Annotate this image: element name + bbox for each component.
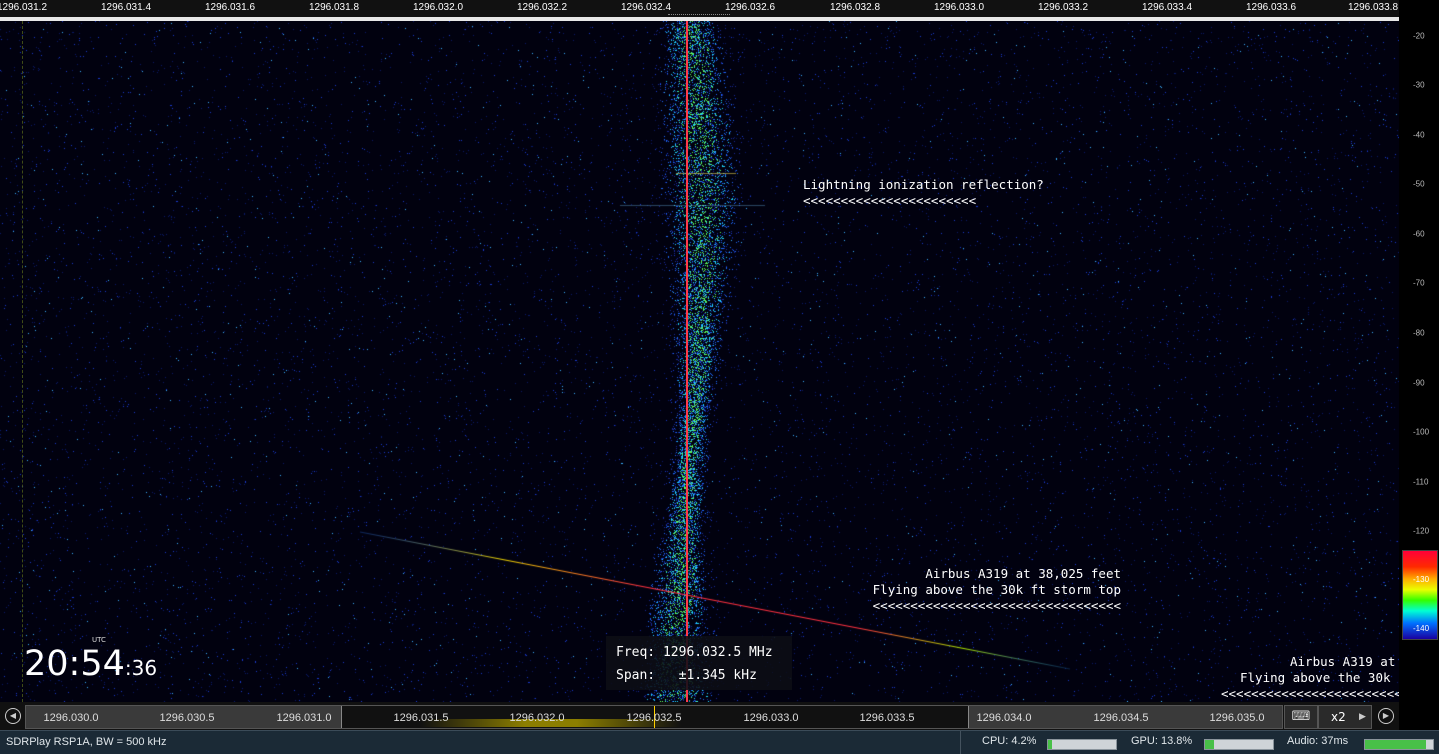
annotation-arrows: <<<<<<<<<<<<<<<<<<<<<<<< [1221, 686, 1399, 701]
bottom-scale-tick: 1296.032.5 [626, 712, 682, 724]
gpu-meter [1204, 739, 1274, 750]
zoom-label: x2 [1331, 710, 1346, 724]
device-status: SDRPlay RSP1A, BW = 500 kHz [6, 736, 167, 748]
db-tick: -100 [1413, 427, 1430, 437]
bottom-scale-tick: 1296.031.0 [276, 712, 332, 724]
top-scale-tick: 1296.031.6 [204, 2, 256, 13]
cpu-meter [1047, 739, 1117, 750]
bottom-scale-tick: 1296.030.0 [43, 712, 99, 724]
annotation-arrows: <<<<<<<<<<<<<<<<<<<<<<< [803, 193, 977, 208]
scroll-right-icon[interactable]: ▶ [1378, 708, 1394, 724]
db-scale[interactable]: -20 -30 -40 -50 -60 -70 -80 -90 -100 -11… [1399, 0, 1439, 702]
utc-label: UTC [92, 636, 106, 644]
top-scale-tick: 1296.033.6 [1245, 2, 1297, 13]
bottom-scale-tick: 1296.033.5 [859, 712, 915, 724]
gpu-label: GPU: 13.8% [1131, 735, 1193, 747]
db-tick: -40 [1413, 130, 1425, 140]
colorbar-bottom-label: -140 [1413, 624, 1430, 633]
airbus-annotation-clipped: Airbus A319 at 38,02Flying above the 30k… [1221, 654, 1399, 702]
waterfall-canvas[interactable] [0, 21, 1399, 702]
bottom-scale-tick: 1296.034.0 [976, 712, 1032, 724]
bottom-scale-tick: 1296.034.5 [1093, 712, 1149, 724]
lightning-annotation: Lightning ionization reflection? <<<<<<<<… [803, 177, 1044, 209]
left-guide-line [22, 21, 23, 702]
db-tick: -50 [1413, 179, 1425, 189]
span-row: Span: ±1.345 kHz [616, 668, 757, 683]
cpu-meter-fill [1048, 740, 1053, 749]
top-scale-tick: 1296.032.6 [724, 2, 776, 13]
db-tick: -110 [1413, 477, 1429, 487]
top-scale-tick: 1296.031.2 [0, 2, 48, 13]
scroll-left-icon[interactable]: ◀ [5, 708, 21, 724]
top-scale-tick: 1296.033.0 [933, 2, 985, 13]
freq-row: Freq: 1296.032.5 MHz [616, 645, 773, 660]
colorbar-top-label: -130 [1413, 575, 1430, 584]
bottom-frequency-bar: ◀ 1296.030.0 1296.030.5 1296.031.0 1296.… [0, 702, 1399, 730]
db-tick: -90 [1413, 378, 1425, 388]
top-scale-tick: 1296.032.2 [516, 2, 568, 13]
span-label: Span: [616, 668, 656, 683]
annotation-text: Flying above the 30k ft stor [1240, 670, 1399, 685]
zoom-button[interactable]: x2 ▶ [1318, 705, 1372, 729]
db-tick: -20 [1413, 31, 1425, 41]
audio-meter [1364, 739, 1434, 750]
db-tick: -70 [1413, 278, 1425, 288]
db-tick: -60 [1413, 229, 1425, 239]
top-scale-tick: 1296.033.4 [1141, 2, 1193, 13]
top-scale-tick: 1296.033.8 [1347, 2, 1399, 13]
colorbar[interactable]: -130 -140 [1402, 550, 1438, 640]
clock-hours-minutes: 20:54 [24, 644, 125, 684]
tuning-cursor-line[interactable] [686, 21, 688, 702]
annotation-text: Airbus A319 at 38,02 [1290, 654, 1396, 669]
freq-label: Freq: [616, 645, 656, 660]
top-scale-tick: 1296.032.8 [829, 2, 881, 13]
bottom-scale-tick: 1296.035.0 [1209, 712, 1265, 724]
bottom-scale-tick: 1296.030.5 [159, 712, 215, 724]
keyboard-icon[interactable]: ⌨ [1284, 705, 1318, 729]
status-bar: SDRPlay RSP1A, BW = 500 kHz CPU: 4.2% GP… [0, 730, 1439, 754]
clock: 20:54:36 [24, 644, 157, 684]
top-scale-tick: 1296.032.4 [620, 2, 672, 13]
top-frequency-scale[interactable]: 1296.031.2 1296.031.4 1296.031.6 1296.03… [0, 0, 1399, 21]
span-value: ±1.345 kHz [678, 668, 757, 683]
audio-meter-fill [1365, 740, 1427, 749]
top-scale-tick: 1296.033.2 [1037, 2, 1089, 13]
audio-label: Audio: 37ms [1287, 735, 1349, 747]
gpu-meter-fill [1205, 740, 1215, 749]
top-scale-tick: 1296.032.0 [412, 2, 464, 13]
airbus-annotation: Airbus A319 at 38,025 feet Flying above t… [873, 566, 1121, 614]
db-tick: -120 [1413, 526, 1430, 536]
annotation-text: Lightning ionization reflection? [803, 177, 1044, 192]
bottom-scale-tick: 1296.032.0 [509, 712, 565, 724]
bandwidth-marker[interactable] [668, 14, 730, 21]
bottom-scale-tick: 1296.033.0 [743, 712, 799, 724]
cpu-label: CPU: 4.2% [982, 735, 1037, 747]
top-scale-tick: 1296.031.8 [308, 2, 360, 13]
annotation-text: Airbus A319 at 38,025 feet [925, 566, 1121, 581]
annotation-arrows: <<<<<<<<<<<<<<<<<<<<<<<<<<<<<<<<< [872, 598, 1121, 613]
annotation-text: Flying above the 30k ft storm top [872, 582, 1121, 597]
frequency-info-box: Freq: 1296.032.5 MHz Span: ±1.345 kHz [606, 636, 792, 690]
db-tick: -30 [1413, 80, 1425, 90]
waterfall-display[interactable] [0, 21, 1399, 702]
bottom-scale-tick: 1296.031.5 [393, 712, 449, 724]
top-scale-tick: 1296.031.4 [100, 2, 152, 13]
freq-value: 1296.032.5 MHz [662, 645, 773, 660]
db-tick: -80 [1413, 328, 1425, 338]
clock-seconds: :36 [124, 656, 158, 680]
status-separator [960, 731, 961, 754]
bottom-frequency-scale[interactable]: 1296.030.0 1296.030.5 1296.031.0 1296.03… [25, 705, 1283, 729]
zoom-arrow-icon: ▶ [1359, 712, 1366, 722]
